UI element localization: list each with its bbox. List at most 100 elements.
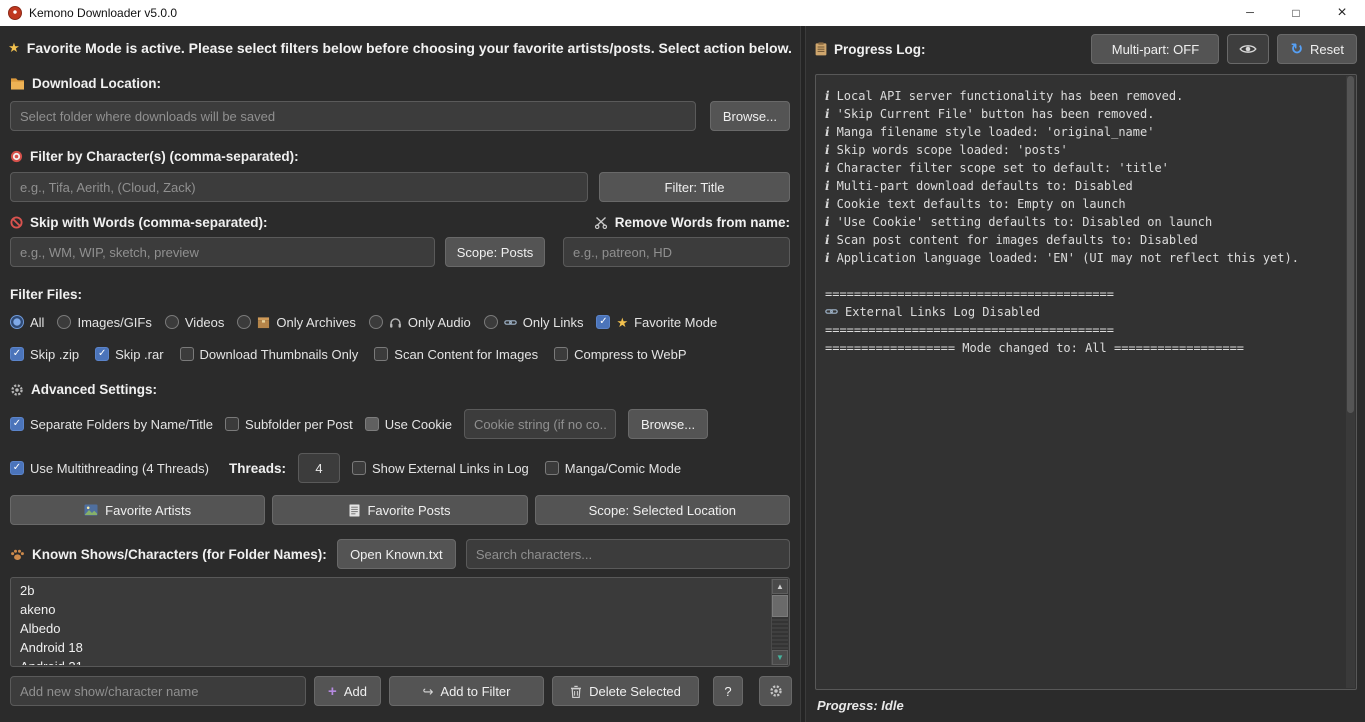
left-panel: ★ Favorite Mode is active. Please select… [0, 26, 800, 722]
minimize-button[interactable]: ─ [1227, 0, 1273, 26]
list-item[interactable]: Albedo [12, 619, 769, 638]
window-title: Kemono Downloader v5.0.0 [29, 6, 177, 20]
file-filter-radio-group: All Images/GIFs Videos Only Archives Only Au… [10, 314, 790, 330]
star-icon: ★ [616, 316, 628, 329]
checkbox-use-multithreading-4-threads[interactable]: ✓Use Multithreading (4 Threads) [10, 461, 209, 476]
paw-icon [10, 548, 25, 561]
scroll-up-button[interactable]: ▲ [772, 579, 788, 594]
minimize-icon: ─ [1246, 8, 1254, 19]
scroll-track[interactable] [772, 594, 788, 650]
settings-button[interactable] [759, 676, 792, 706]
threads-input[interactable] [298, 453, 340, 483]
checkbox-skip-zip[interactable]: ✓Skip .zip [10, 347, 79, 362]
favorite-artists-button[interactable]: Favorite Artists [10, 495, 265, 525]
log-line: iApplication language loaded: 'EN' (UI m… [825, 249, 1338, 267]
character-filter-input[interactable] [10, 172, 588, 202]
radio-images-gifs[interactable]: Images/GIFs [57, 315, 151, 330]
known-characters-list[interactable]: 2bakenoAlbedoAndroid 18Android 21 ▲ ▼ [10, 577, 790, 667]
scope-selected-location-button[interactable]: Scope: Selected Location [535, 495, 790, 525]
checkbox-favorite-mode[interactable]: ✓★Favorite Mode [596, 315, 717, 330]
add-character-input[interactable] [10, 676, 306, 706]
skip-words-label-text: Skip with Words (comma-separated): [30, 215, 268, 230]
list-item[interactable]: 2b [12, 581, 769, 600]
log-line [825, 267, 1338, 285]
character-filter-scope-button[interactable]: Filter: Title [599, 172, 790, 202]
checkbox-show-external-links-in-log[interactable]: Show External Links in Log [352, 461, 529, 476]
log-scroll-thumb[interactable] [1347, 76, 1354, 413]
skip-words-label: Skip with Words (comma-separated): [10, 215, 268, 230]
log-text: 'Skip Current File' button has been remo… [837, 105, 1155, 123]
progress-log-output[interactable]: iLocal API server functionality has been… [815, 74, 1357, 690]
eye-icon [1239, 43, 1257, 55]
checkbox-separate-folders-by-name-title[interactable]: ✓Separate Folders by Name/Title [10, 417, 213, 432]
remove-words-input[interactable] [563, 237, 790, 267]
banner-text: Favorite Mode is active. Please select f… [27, 40, 792, 56]
add-character-button[interactable]: + Add [314, 676, 381, 706]
checkbox-indicator: ✓ [10, 417, 24, 431]
clipboard-icon [815, 42, 827, 56]
checkbox-indicator: ✓ [95, 347, 109, 361]
option-label: All [30, 315, 44, 330]
threads-label: Threads: [229, 461, 286, 476]
checkbox-indicator: ✓ [10, 347, 24, 361]
download-location-input[interactable] [10, 101, 696, 131]
checkbox-scan-content-for-images[interactable]: Scan Content for Images [374, 347, 538, 362]
checkbox-skip-rar[interactable]: ✓Skip .rar [95, 347, 163, 362]
radio-indicator [369, 315, 383, 329]
checkbox-subfolder-per-post[interactable]: Subfolder per Post [225, 417, 353, 432]
list-scrollbar[interactable]: ▲ ▼ [771, 579, 788, 665]
close-button[interactable]: × [1319, 0, 1365, 26]
filter-files-label-text: Filter Files: [10, 287, 82, 302]
target-icon [10, 150, 23, 163]
info-icon: i [825, 105, 830, 123]
radio-only-archives[interactable]: Only Archives [237, 315, 355, 330]
maximize-button[interactable]: □ [1273, 0, 1319, 26]
scroll-thumb[interactable] [772, 595, 788, 617]
remove-words-label: Remove Words from name: [594, 215, 790, 230]
favorite-posts-button[interactable]: Favorite Posts [272, 495, 527, 525]
checkbox-download-thumbnails-only[interactable]: Download Thumbnails Only [180, 347, 359, 362]
log-line: iScan post content for images defaults t… [825, 231, 1338, 249]
radio-only-audio[interactable]: Only Audio [369, 315, 471, 330]
checkbox-compress-to-webp[interactable]: Compress to WebP [554, 347, 686, 362]
scroll-down-button[interactable]: ▼ [772, 650, 788, 665]
scissors-icon [594, 216, 608, 229]
reset-button[interactable]: ↻ Reset [1277, 34, 1357, 64]
checkbox-manga-comic-mode[interactable]: Manga/Comic Mode [545, 461, 681, 476]
advanced-row2-checkboxes: Show External Links in Log Manga/Comic Mo… [352, 460, 681, 476]
prohibited-icon [10, 216, 23, 229]
info-icon: i [825, 159, 830, 177]
plus-icon: + [328, 684, 337, 699]
eye-toggle-button[interactable] [1227, 34, 1269, 64]
info-icon: i [825, 87, 830, 105]
help-button[interactable]: ? [713, 676, 743, 706]
character-search-input[interactable] [466, 539, 790, 569]
delete-selected-button[interactable]: Delete Selected [552, 676, 699, 706]
radio-videos[interactable]: Videos [165, 315, 225, 330]
log-text: Application language loaded: 'EN' (UI ma… [837, 249, 1299, 267]
checkbox-indicator [545, 461, 559, 475]
skip-words-scope-button[interactable]: Scope: Posts [445, 237, 545, 267]
delete-selected-label: Delete Selected [589, 684, 681, 699]
download-browse-button[interactable]: Browse... [710, 101, 790, 131]
log-scrollbar[interactable] [1346, 76, 1355, 688]
checkbox-use-cookie[interactable]: Use Cookie [365, 417, 452, 432]
multipart-toggle-button[interactable]: Multi-part: OFF [1091, 34, 1219, 64]
log-line: iManga filename style loaded: 'original_… [825, 123, 1338, 141]
skip-words-input[interactable] [10, 237, 435, 267]
list-item[interactable]: Android 21 [12, 657, 769, 665]
list-item[interactable]: Android 18 [12, 638, 769, 657]
add-to-filter-label: Add to Filter [440, 684, 510, 699]
radio-only-links[interactable]: Only Links [484, 315, 584, 330]
option-label: Favorite Mode [634, 315, 717, 330]
option-label: Images/GIFs [77, 315, 151, 330]
progress-status: Progress: Idle [817, 698, 1357, 713]
close-icon: × [1337, 5, 1346, 21]
list-item[interactable]: akeno [12, 600, 769, 619]
cookie-browse-button[interactable]: Browse... [628, 409, 708, 439]
cookie-string-input[interactable] [464, 409, 616, 439]
add-to-filter-button[interactable]: ↪ Add to Filter [389, 676, 544, 706]
radio-all[interactable]: All [10, 315, 44, 330]
favorite-mode-banner: ★ Favorite Mode is active. Please select… [10, 39, 790, 56]
open-known-txt-button[interactable]: Open Known.txt [337, 539, 456, 569]
